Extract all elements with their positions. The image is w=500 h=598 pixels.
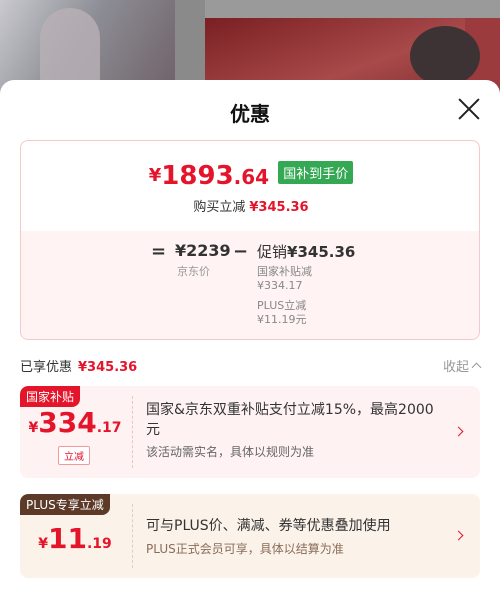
price-calculation: = ¥2239 京东价 − 促销¥345.36 国家补贴减 ¥334.17 PL… xyxy=(21,231,479,339)
discount-note: PLUS正式会员可享，具体以结算为准 xyxy=(146,542,344,556)
enjoyed-amount: ¥345.36 xyxy=(78,360,138,375)
jd-price: ¥2239 xyxy=(175,241,231,260)
discount-sheet: 优惠 ¥1893.64 国补到手价 购买立减 ¥345.36 = ¥2239 京东… xyxy=(0,80,500,598)
gov-price-badge: 国补到手价 xyxy=(278,161,354,184)
plus-discount-label: PLUS立减 xyxy=(257,299,307,312)
gov-subsidy-label: 国家补贴减 xyxy=(257,265,312,278)
plus-discount-amount: ¥11.19元 xyxy=(257,313,307,326)
chevron-right-icon xyxy=(453,530,464,541)
gov-subsidy-card[interactable]: 国家补贴 ¥334.17 立减 国家&京东双重补贴支付立减15%，最高2000元… xyxy=(20,386,480,478)
promo-total: 促销¥345.36 xyxy=(257,241,355,262)
enjoyed-label: 已享优惠 xyxy=(20,360,73,375)
discount-amount-integer: 334 xyxy=(38,406,97,439)
buy-discount-amount: ¥345.36 xyxy=(249,200,309,215)
chevron-right-icon xyxy=(453,426,464,437)
equals-sign: = xyxy=(151,241,167,262)
final-price-currency: ¥ xyxy=(148,165,162,186)
final-price-row: ¥1893.64 国补到手价 xyxy=(21,161,479,191)
close-icon[interactable] xyxy=(456,96,482,122)
discount-amount-decimal: .17 xyxy=(96,420,122,436)
buy-discount-label: 购买立减 xyxy=(193,200,246,215)
discount-amount-decimal: .19 xyxy=(86,536,112,552)
final-price-decimal: .64 xyxy=(233,165,270,189)
buy-discount-row: 购买立减 ¥345.36 xyxy=(21,196,479,215)
enjoyed-discount: 已享优惠 ¥345.36 xyxy=(20,356,137,375)
discount-description: 国家&京东双重补贴支付立减15%，最高2000元 xyxy=(146,402,434,438)
discount-note: 该活动需实名，具体以规则为准 xyxy=(146,445,315,459)
card-divider xyxy=(132,504,133,568)
minus-sign: − xyxy=(233,241,249,262)
price-breakdown-card: ¥1893.64 国补到手价 购买立减 ¥345.36 = ¥2239 京东价 −… xyxy=(20,140,480,340)
promo-label: 促销 xyxy=(257,243,288,261)
discount-type-badge: 立减 xyxy=(58,446,90,465)
discount-amount-integer: 11 xyxy=(47,522,87,555)
discount-amount: ¥334.17 xyxy=(20,406,130,439)
collapse-button[interactable]: 收起 xyxy=(442,356,482,375)
jd-price-label: 京东价 xyxy=(177,265,210,278)
discount-amount: ¥11.19 xyxy=(20,522,130,555)
discount-tag: PLUS专享立减 xyxy=(20,494,110,515)
discount-tag: 国家补贴 xyxy=(20,386,81,407)
discount-description: 可与PLUS价、满减、券等优惠叠加使用 xyxy=(146,518,391,534)
collapse-label: 收起 xyxy=(442,360,469,375)
card-divider xyxy=(132,396,133,468)
gov-subsidy-amount: ¥334.17 xyxy=(257,279,303,292)
sheet-title: 优惠 xyxy=(230,102,270,126)
promo-amount: ¥345.36 xyxy=(287,243,356,261)
final-price: ¥1893.64 xyxy=(149,161,269,191)
discount-currency: ¥ xyxy=(38,536,48,552)
plus-discount-card[interactable]: PLUS专享立减 ¥11.19 可与PLUS价、满减、券等优惠叠加使用 PLUS… xyxy=(20,494,480,578)
chevron-up-icon xyxy=(471,362,482,373)
final-price-integer: 1893 xyxy=(161,161,234,191)
discount-currency: ¥ xyxy=(28,420,39,436)
